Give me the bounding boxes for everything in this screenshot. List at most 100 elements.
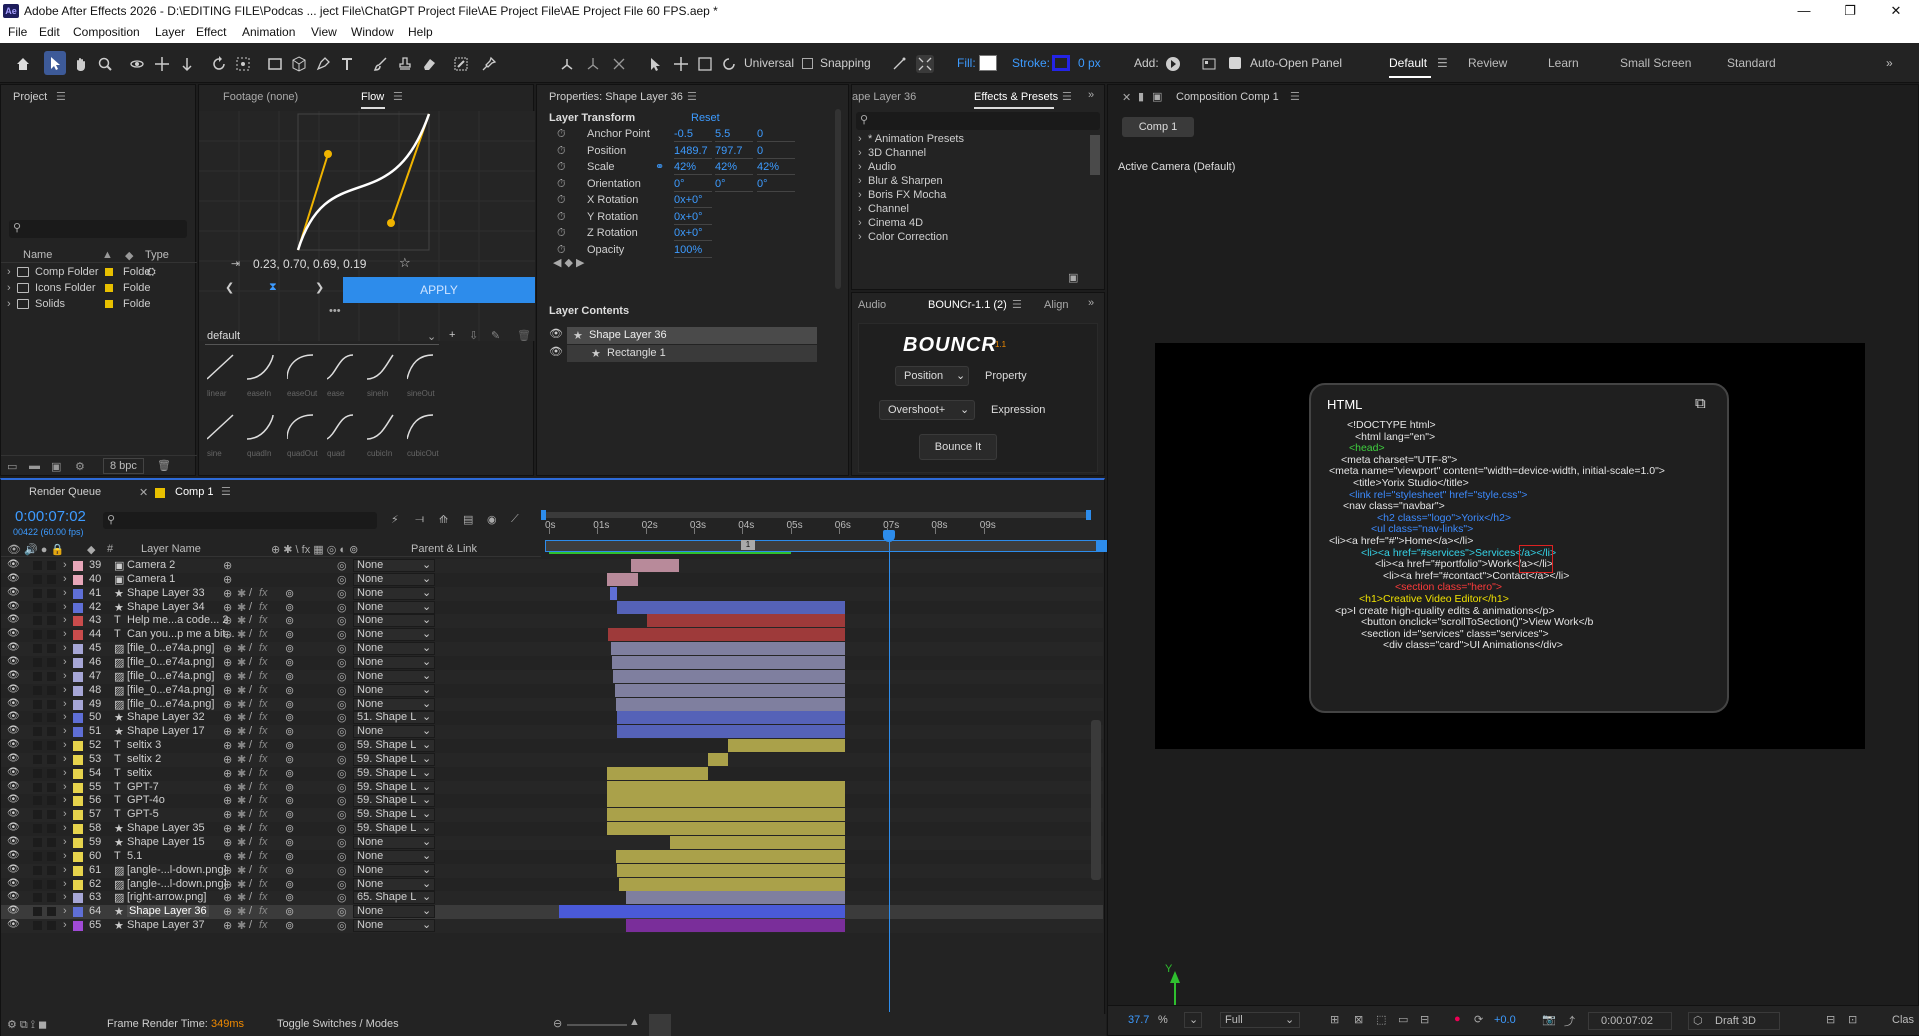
anchor-point-tool-icon[interactable]	[234, 55, 252, 73]
lock-toggle[interactable]	[47, 838, 56, 847]
solo-toggle[interactable]	[33, 782, 42, 792]
stopwatch-icon[interactable]: ⏱	[557, 194, 566, 207]
contents-item-rectangle[interactable]: ★ Rectangle 1	[567, 345, 817, 362]
motion-blur-icon[interactable]: ◉	[487, 513, 497, 526]
layer-name[interactable]: seltix	[127, 767, 152, 779]
solo-toggle[interactable]	[33, 768, 42, 778]
3d-layer-switch-icon[interactable]: ⊚	[285, 850, 294, 863]
expand-arrow-icon[interactable]: ›	[7, 282, 11, 294]
layer-row[interactable]: 👁 › 55 T GPT-7 ⊕ ✱ / fx ⊚ ◎ 59. Shape L ⌄	[1, 780, 1103, 795]
preset-quadIn[interactable]: quadIn	[243, 411, 281, 467]
shy-switch-icon[interactable]: ⊕	[223, 753, 232, 766]
expand-arrow-icon[interactable]: ›	[63, 808, 67, 820]
pick-whip-icon[interactable]: ◎	[337, 739, 347, 752]
scale-3d-icon[interactable]	[696, 55, 714, 73]
minimize-button[interactable]: —	[1781, 0, 1827, 22]
shy-switch-icon[interactable]: ⊕	[223, 864, 232, 877]
3d-layer-switch-icon[interactable]: ⊚	[285, 808, 294, 821]
layer-duration-bar[interactable]	[619, 877, 846, 891]
comp-1-tab[interactable]: Comp 1	[1122, 117, 1194, 137]
collapse-switch-icon[interactable]: ✱	[237, 642, 246, 655]
pick-whip-icon[interactable]: ◎	[337, 684, 347, 697]
shy-switch-icon[interactable]: ⊕	[223, 642, 232, 655]
stopwatch-icon[interactable]: ⏱	[557, 128, 566, 141]
expand-arrow-icon[interactable]: ›	[63, 753, 67, 765]
shy-switch-icon[interactable]: ⊕	[223, 891, 232, 904]
solo-toggle[interactable]	[33, 851, 42, 861]
sort-arrow-icon[interactable]: ▲	[102, 249, 113, 261]
quality-switch-icon[interactable]: /	[249, 794, 252, 806]
parent-select[interactable]: None ⌄	[353, 655, 435, 669]
expand-arrow-icon[interactable]: ›	[63, 559, 67, 571]
expand-arrow-icon[interactable]: ›	[63, 864, 67, 876]
menu-composition[interactable]: Composition	[73, 25, 140, 39]
parent-select[interactable]: 59. Shape L ⌄	[353, 766, 435, 780]
sync-icon[interactable]: ⧗	[269, 281, 277, 294]
apply-button[interactable]: APPLY	[343, 277, 535, 303]
preset-set-select[interactable]: default ⌄	[205, 329, 439, 345]
parent-select[interactable]: 51. Shape L ⌄	[353, 711, 435, 725]
property-value[interactable]: 797.7	[715, 145, 753, 159]
shy-switch-icon[interactable]: ⊕	[223, 601, 232, 614]
workspace-overflow-icon[interactable]: »	[1886, 56, 1893, 70]
label-color-swatch[interactable]	[73, 671, 83, 682]
stopwatch-icon[interactable]: ⏱	[557, 145, 566, 158]
transparency-grid-icon[interactable]: ⊠	[1354, 1013, 1363, 1026]
solo-toggle[interactable]	[33, 754, 42, 764]
add-property-icon[interactable]	[1164, 55, 1182, 73]
parent-select[interactable]: None ⌄	[353, 628, 435, 642]
layer-duration-bar[interactable]	[626, 919, 846, 933]
puppet-pin-icon[interactable]	[480, 55, 498, 73]
3d-layer-switch-icon[interactable]: ⊚	[285, 836, 294, 849]
contents-item-shape-layer[interactable]: ★ Shape Layer 36	[567, 327, 817, 344]
solo-toggle[interactable]	[33, 865, 42, 875]
solo-toggle[interactable]	[33, 824, 42, 834]
panel-overflow-icon[interactable]: »	[1088, 89, 1094, 101]
quality-switch-icon[interactable]: /	[249, 905, 252, 917]
layer-name[interactable]: [file_0...e74a.png]	[127, 656, 214, 668]
next-arrow-icon[interactable]: ❯	[315, 281, 324, 294]
flow-tab[interactable]: Flow	[361, 91, 384, 103]
collapse-switch-icon[interactable]: ✱	[237, 587, 246, 600]
bounce-it-button[interactable]: Bounce It	[919, 434, 997, 460]
parent-select[interactable]: 59. Shape L ⌄	[353, 808, 435, 822]
panel-overflow-icon[interactable]: »	[1088, 297, 1094, 309]
collapse-switch-icon[interactable]: ✱	[237, 781, 246, 794]
fx-switch-icon[interactable]: fx	[259, 711, 268, 723]
solo-toggle[interactable]	[33, 616, 42, 626]
lock-icon[interactable]: ▮	[1138, 90, 1144, 103]
label-color-swatch[interactable]	[73, 796, 83, 807]
move-3d-icon[interactable]	[672, 55, 690, 73]
zoom-in-mountain-icon[interactable]: ▲	[629, 1016, 640, 1028]
layer-duration-bar[interactable]	[606, 766, 709, 780]
layer-row[interactable]: 👁 › 61 ▨ [angle-...l-down.png] ⊕ ✱ / fx ⊚ ◎ None ⌄	[1, 863, 1103, 878]
pick-whip-icon[interactable]: ◎	[337, 698, 347, 711]
eye-icon[interactable]: 👁	[7, 850, 20, 861]
exposure-reset-icon[interactable]: ⟳	[1474, 1013, 1483, 1026]
solo-toggle[interactable]	[33, 921, 42, 931]
overshoot-select[interactable]: Overshoot+ ⌄	[879, 400, 975, 420]
lock-toggle[interactable]	[47, 796, 56, 806]
layer-name[interactable]: [file_0...e74a.png]	[127, 684, 214, 696]
solo-toggle[interactable]	[33, 907, 42, 917]
navigator-handle[interactable]	[649, 1014, 671, 1036]
lock-toggle[interactable]	[47, 824, 56, 834]
3d-layer-switch-icon[interactable]: ⊚	[285, 587, 294, 600]
parent-select[interactable]: 59. Shape L ⌄	[353, 822, 435, 836]
pick-whip-icon[interactable]: ◎	[337, 781, 347, 794]
shy-switch-icon[interactable]: ⊕	[223, 698, 232, 711]
layer-row[interactable]: 👁 › 65 ★ Shape Layer 37 ⊕ ✱ / fx ⊚ ◎ None ⌄	[1, 919, 1103, 934]
collapse-switch-icon[interactable]: ✱	[237, 628, 246, 641]
fx-switch-icon[interactable]: fx	[259, 878, 268, 890]
lock-toggle[interactable]	[47, 754, 56, 764]
snapshot-icon[interactable]: 📷	[1542, 1013, 1556, 1026]
collapse-switch-icon[interactable]: ✱	[237, 601, 246, 614]
3d-layer-switch-icon[interactable]: ⊚	[285, 822, 294, 835]
rotation-tool-icon[interactable]	[210, 55, 228, 73]
world-axis-icon[interactable]	[584, 55, 602, 73]
shy-switch-icon[interactable]: ⊕	[223, 670, 232, 683]
3d-layer-switch-icon[interactable]: ⊚	[285, 739, 294, 752]
menu-layer[interactable]: Layer	[155, 25, 185, 39]
pick-whip-icon[interactable]: ◎	[337, 905, 347, 918]
expand-arrow-icon[interactable]: ›	[63, 919, 67, 931]
